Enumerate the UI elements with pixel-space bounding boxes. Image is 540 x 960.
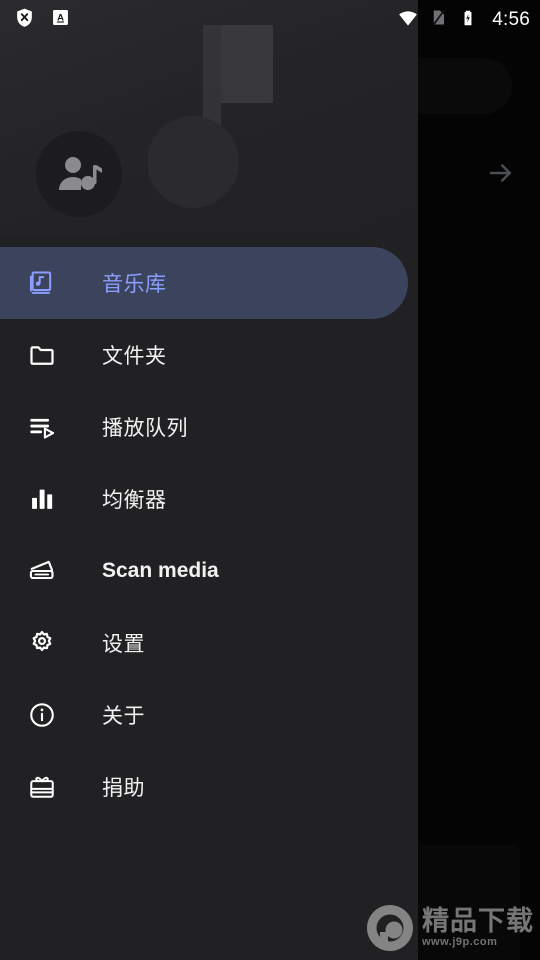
p-logo-icon — [364, 902, 416, 954]
selection-highlight — [0, 607, 408, 679]
drawer-item-label: 文件夹 — [102, 345, 167, 368]
drawer-item-donate[interactable]: 捐助 — [0, 751, 418, 823]
status-bar-right: 4:56 — [398, 8, 530, 33]
drawer-menu: 音乐库 文件夹 播放队列 均衡器 Scan media 设置 关于 捐助 — [0, 237, 418, 823]
scanner-icon — [24, 553, 60, 589]
settings-gear-icon — [24, 625, 60, 661]
equalizer-icon — [24, 481, 60, 517]
music-note-icon — [147, 25, 273, 215]
drawer-item-label: 均衡器 — [102, 489, 167, 512]
folder-icon — [24, 337, 60, 373]
selection-highlight — [0, 247, 408, 319]
site-watermark: 精品下载 www.j9p.com — [364, 902, 534, 954]
drawer-item-equalizer[interactable]: 均衡器 — [0, 463, 418, 535]
info-circle-icon — [24, 697, 60, 733]
status-bar: A 4:56 — [0, 0, 540, 40]
watermark-text: 精品下载 www.j9p.com — [422, 908, 534, 948]
drawer-item-label: 播放队列 — [102, 417, 188, 440]
status-bar-clock: 4:56 — [492, 9, 530, 30]
drawer-item-play-queue[interactable]: 播放队列 — [0, 391, 418, 463]
drawer-item-label: 关于 — [102, 705, 145, 728]
a-badge-icon: A — [51, 8, 70, 32]
drawer-item-label: 捐助 — [102, 777, 145, 800]
avatar[interactable] — [36, 131, 122, 217]
status-bar-left: A — [14, 7, 70, 33]
drawer-item-folders[interactable]: 文件夹 — [0, 319, 418, 391]
library-music-icon — [24, 265, 60, 301]
drawer-item-label: Scan media — [102, 559, 219, 582]
drawer-item-label: 音乐库 — [102, 273, 167, 296]
drawer-item-settings[interactable]: 设置 — [0, 607, 418, 679]
sim-off-icon — [429, 8, 448, 32]
drawer-item-about[interactable]: 关于 — [0, 679, 418, 751]
app-screen: 音乐库 文件夹 播放队列 均衡器 Scan media 设置 关于 捐助 A 4… — [0, 0, 540, 960]
navigation-drawer: 音乐库 文件夹 播放队列 均衡器 Scan media 设置 关于 捐助 — [0, 0, 418, 960]
playlist-play-icon — [24, 409, 60, 445]
selection-highlight — [0, 391, 408, 463]
selection-highlight — [0, 463, 408, 535]
watermark-url: www.j9p.com — [422, 936, 498, 948]
selection-highlight — [0, 751, 408, 823]
wifi-icon — [398, 8, 418, 33]
selection-highlight — [0, 679, 408, 751]
battery-charging-icon — [459, 9, 477, 32]
drawer-item-scan-media[interactable]: Scan media — [0, 535, 418, 607]
selection-highlight — [0, 319, 408, 391]
watermark-title: 精品下载 — [422, 906, 534, 936]
drawer-item-label: 设置 — [102, 633, 145, 656]
drawer-item-music-library[interactable]: 音乐库 — [0, 247, 418, 319]
gift-card-icon — [24, 769, 60, 805]
shield-x-icon — [14, 7, 35, 33]
